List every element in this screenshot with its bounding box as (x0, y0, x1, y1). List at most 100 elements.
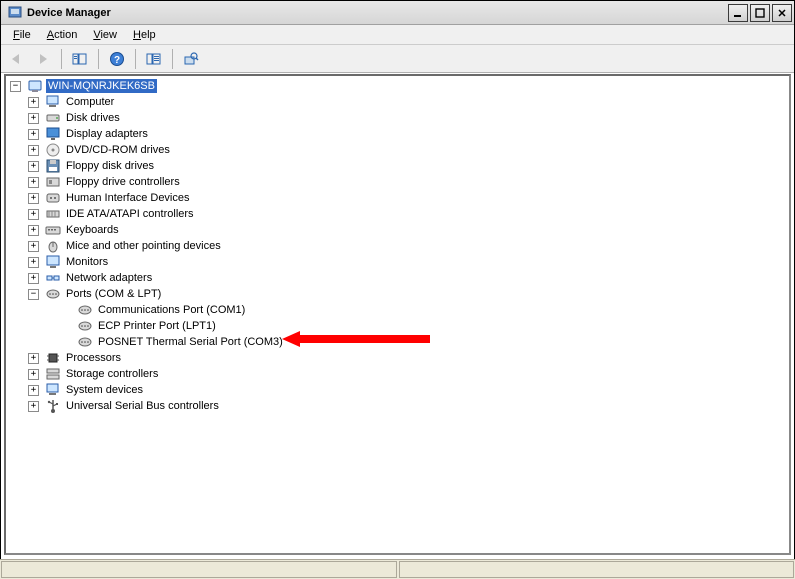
tree-item[interactable]: + Disk drives (10, 110, 789, 126)
cpu-icon (45, 350, 61, 366)
tree-item[interactable]: + DVD/CD-ROM drives (10, 142, 789, 158)
expander-icon[interactable]: + (28, 145, 39, 156)
scan-hardware-button[interactable] (179, 48, 203, 70)
tree-item-label[interactable]: Floppy drive controllers (64, 175, 182, 189)
tree-item-label[interactable]: ECP Printer Port (LPT1) (96, 319, 218, 333)
disk-icon (45, 110, 61, 126)
expander-icon[interactable]: + (28, 97, 39, 108)
menu-view[interactable]: View (85, 27, 125, 43)
tree-item-label[interactable]: Mice and other pointing devices (64, 239, 223, 253)
toolbar-separator (61, 49, 62, 69)
statusbar (0, 559, 795, 579)
tree-item-label[interactable]: Keyboards (64, 223, 121, 237)
tree-item-label[interactable]: DVD/CD-ROM drives (64, 143, 172, 157)
expander-icon[interactable]: + (28, 401, 39, 412)
tree-item-label[interactable]: Human Interface Devices (64, 191, 192, 205)
port-icon (77, 318, 93, 334)
network-icon (45, 270, 61, 286)
display-icon (45, 126, 61, 142)
expander-icon[interactable]: + (28, 225, 39, 236)
tree-item-label[interactable]: Ports (COM & LPT) (64, 287, 163, 301)
show-hide-tree-button[interactable] (68, 48, 92, 70)
statusbar-pane (1, 561, 397, 578)
expander-icon[interactable]: + (28, 273, 39, 284)
computer-icon (45, 94, 61, 110)
cdrom-icon (45, 142, 61, 158)
tree-item[interactable]: + Display adapters (10, 126, 789, 142)
root-icon (27, 78, 43, 94)
menu-file[interactable]: File (5, 27, 39, 43)
tree-root[interactable]: − WIN-MQNRJKEK6SB (10, 78, 789, 94)
tree-item[interactable]: + Computer (10, 94, 789, 110)
port-icon (45, 286, 61, 302)
expander-icon[interactable]: + (28, 353, 39, 364)
app-icon (7, 5, 23, 21)
tree-item-label[interactable]: Display adapters (64, 127, 150, 141)
expander-icon[interactable]: − (28, 289, 39, 300)
tree-item-child[interactable]: POSNET Thermal Serial Port (COM3) (10, 334, 789, 350)
svg-text:?: ? (114, 55, 120, 66)
menu-action[interactable]: Action (39, 27, 86, 43)
tree-item-label[interactable]: System devices (64, 383, 145, 397)
expander-icon[interactable]: + (28, 385, 39, 396)
usb-icon (45, 398, 61, 414)
tree-item-child[interactable]: Communications Port (COM1) (10, 302, 789, 318)
tree-item-label[interactable]: POSNET Thermal Serial Port (COM3) (96, 335, 285, 349)
titlebar: Device Manager (1, 1, 794, 25)
expander-icon[interactable]: + (28, 113, 39, 124)
expander-icon[interactable]: + (28, 177, 39, 188)
close-button[interactable] (772, 4, 792, 22)
tree-item[interactable]: + Keyboards (10, 222, 789, 238)
tree-item-label[interactable]: Disk drives (64, 111, 122, 125)
expander-icon[interactable]: − (10, 81, 21, 92)
expander-icon[interactable]: + (28, 209, 39, 220)
expander-icon[interactable]: + (28, 161, 39, 172)
maximize-button[interactable] (750, 4, 770, 22)
storage-icon (45, 366, 61, 382)
monitor-icon (45, 254, 61, 270)
tree-item[interactable]: + Universal Serial Bus controllers (10, 398, 789, 414)
properties-button[interactable] (142, 48, 166, 70)
window-title: Device Manager (27, 7, 726, 19)
tree-item-label[interactable]: Communications Port (COM1) (96, 303, 247, 317)
tree-item-label[interactable]: IDE ATA/ATAPI controllers (64, 207, 196, 221)
help-button[interactable]: ? (105, 48, 129, 70)
forward-button (31, 48, 55, 70)
keyboard-icon (45, 222, 61, 238)
port-icon (77, 334, 93, 350)
tree-item[interactable]: + Mice and other pointing devices (10, 238, 789, 254)
menu-help[interactable]: Help (125, 27, 164, 43)
ide-icon (45, 206, 61, 222)
tree-item-label[interactable]: Floppy disk drives (64, 159, 156, 173)
tree-item[interactable]: + Storage controllers (10, 366, 789, 382)
expander-icon[interactable]: + (28, 369, 39, 380)
back-button (5, 48, 29, 70)
mouse-icon (45, 238, 61, 254)
tree-item-label[interactable]: Network adapters (64, 271, 154, 285)
tree-item-child[interactable]: ECP Printer Port (LPT1) (10, 318, 789, 334)
toolbar-separator (172, 49, 173, 69)
minimize-button[interactable] (728, 4, 748, 22)
tree-item[interactable]: + Floppy disk drives (10, 158, 789, 174)
tree-item-label[interactable]: Processors (64, 351, 123, 365)
tree-item[interactable]: + Human Interface Devices (10, 190, 789, 206)
expander-icon[interactable]: + (28, 257, 39, 268)
expander-icon[interactable]: + (28, 241, 39, 252)
tree-item[interactable]: + System devices (10, 382, 789, 398)
floppy-ctrl-icon (45, 174, 61, 190)
tree-item[interactable]: + Floppy drive controllers (10, 174, 789, 190)
tree-item-label[interactable]: Storage controllers (64, 367, 160, 381)
tree-item-label[interactable]: Computer (64, 95, 116, 109)
tree-item-label[interactable]: Universal Serial Bus controllers (64, 399, 221, 413)
tree-item[interactable]: + IDE ATA/ATAPI controllers (10, 206, 789, 222)
menubar: File Action View Help (1, 25, 794, 45)
tree-item[interactable]: + Processors (10, 350, 789, 366)
tree-item[interactable]: + Monitors (10, 254, 789, 270)
expander-icon[interactable]: + (28, 129, 39, 140)
device-tree[interactable]: − WIN-MQNRJKEK6SB + Computer + Disk drives + Di… (6, 76, 789, 414)
expander-icon[interactable]: + (28, 193, 39, 204)
tree-item-label[interactable]: WIN-MQNRJKEK6SB (46, 79, 157, 93)
tree-item-label[interactable]: Monitors (64, 255, 110, 269)
tree-item[interactable]: + Network adapters (10, 270, 789, 286)
tree-item[interactable]: − Ports (COM & LPT) (10, 286, 789, 302)
